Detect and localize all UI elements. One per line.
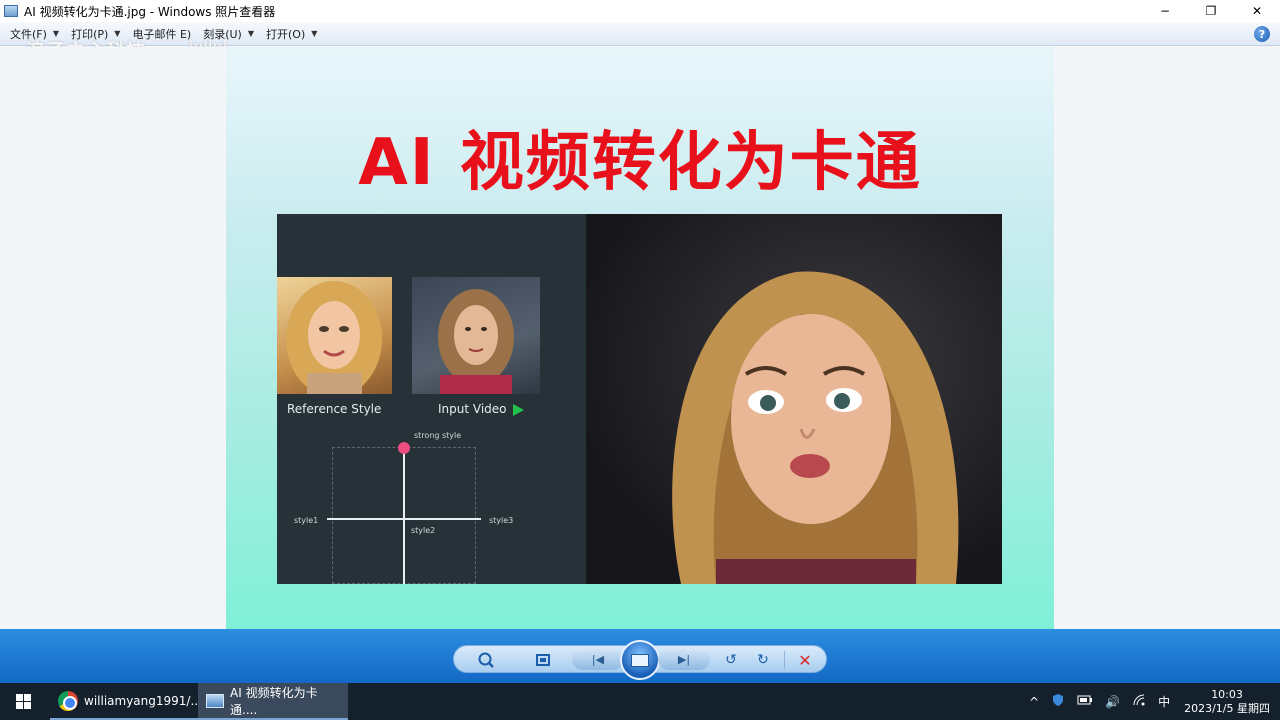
slideshow-button[interactable] xyxy=(620,640,660,680)
rotate-cw-icon: ↻ xyxy=(757,652,769,668)
volume-icon[interactable]: 🔊 xyxy=(1105,695,1120,709)
taskbar-viewer-label: AI 视频转化为卡通.... xyxy=(230,685,318,717)
zoom-button[interactable] xyxy=(476,650,498,670)
input-video-thumbnail xyxy=(412,277,540,394)
cartoon-portrait-icon xyxy=(672,271,959,584)
photo-viewer-icon xyxy=(206,693,224,708)
ime-indicator[interactable]: 中 xyxy=(1158,693,1170,710)
taskbar-photo-viewer[interactable]: AI 视频转化为卡通.... xyxy=(198,683,348,720)
window-controls: − ❐ ✕ xyxy=(1142,0,1280,22)
title-bar: AI 视频转化为卡通.jpg - Windows 照片查看器 − ❐ ✕ xyxy=(0,0,1280,22)
restore-button[interactable]: ❐ xyxy=(1188,0,1234,22)
start-button[interactable] xyxy=(0,683,46,720)
displayed-image: AI 视频转化为卡通 Reference Style Input Video s… xyxy=(226,47,1054,629)
help-icon[interactable]: ? xyxy=(1254,26,1270,42)
style-position-dot xyxy=(398,442,410,454)
cartoon-output-frame xyxy=(586,214,1002,584)
person-icon xyxy=(438,289,514,394)
next-button[interactable]: ▶| xyxy=(658,648,710,670)
tray-chevron-icon[interactable]: ^ xyxy=(1029,695,1039,709)
delete-icon: ✕ xyxy=(798,650,812,670)
taskbar-chrome[interactable]: williamyang1991/... xyxy=(50,683,202,720)
slideshow-icon xyxy=(631,653,649,667)
fit-to-window-button[interactable] xyxy=(532,650,554,670)
delete-button[interactable]: ✕ xyxy=(794,650,816,670)
previous-icon: |◀ xyxy=(591,652,605,666)
clock-date: 2023/1/5 星期四 xyxy=(1184,701,1270,715)
toolbar-separator xyxy=(784,651,785,669)
style-axis-vertical xyxy=(403,447,405,584)
previous-button[interactable]: |◀ xyxy=(572,648,624,670)
windows-logo-icon xyxy=(15,694,31,709)
rotate-clockwise-button[interactable]: ↻ xyxy=(752,650,774,670)
search-icon xyxy=(478,652,494,668)
taskbar: williamyang1991/... AI 视频转化为卡通.... ^ 🔊 中… xyxy=(0,683,1280,720)
network-icon[interactable] xyxy=(1132,693,1146,710)
toolbar-pill: |◀ ▶| ↺ ↻ ✕ xyxy=(453,640,827,680)
clock[interactable]: 10:03 2023/1/5 星期四 xyxy=(1184,688,1270,716)
play-icon xyxy=(513,404,524,416)
minimize-button[interactable]: − xyxy=(1142,0,1188,22)
battery-icon[interactable] xyxy=(1077,694,1093,709)
image-headline: AI 视频转化为卡通 xyxy=(358,126,922,200)
axis-label-strong: strong style xyxy=(414,431,462,440)
axis-label-style3: style3 xyxy=(489,516,514,525)
chrome-icon xyxy=(58,690,78,711)
rotate-ccw-icon: ↺ xyxy=(725,652,737,668)
viewer-toolbar: |◀ ▶| ↺ ↻ ✕ xyxy=(0,629,1280,683)
style-control-panel: Reference Style Input Video strong style… xyxy=(277,214,586,584)
taskbar-chrome-label: williamyang1991/... xyxy=(84,693,202,708)
clock-time: 10:03 xyxy=(1211,687,1243,701)
next-icon: ▶| xyxy=(677,652,691,666)
photo-viewer-icon xyxy=(4,5,18,17)
reference-style-thumbnail xyxy=(277,277,392,394)
close-button[interactable]: ✕ xyxy=(1234,0,1280,22)
menu-open[interactable]: 打开(O) ▼ xyxy=(260,23,323,45)
image-viewport[interactable]: AI 视频转化为卡通 Reference Style Input Video s… xyxy=(0,47,1280,629)
window-title: AI 视频转化为卡通.jpg - Windows 照片查看器 xyxy=(24,4,276,19)
style-axis-horizontal xyxy=(327,518,481,520)
input-video-label: Input Video xyxy=(438,402,507,416)
axis-label-style1: style1 xyxy=(294,516,319,525)
menu-open-label: 打开(O) xyxy=(266,27,306,41)
shield-icon[interactable] xyxy=(1051,693,1065,710)
system-tray: ^ 🔊 中 10:03 2023/1/5 星期四 xyxy=(1023,683,1280,720)
rotate-counterclockwise-button[interactable]: ↺ xyxy=(720,650,742,670)
fit-icon xyxy=(536,654,550,666)
reference-style-label: Reference Style xyxy=(287,402,382,416)
chevron-down-icon: ▼ xyxy=(311,29,318,38)
cartoon-face-icon xyxy=(286,281,382,394)
chevron-down-icon: ▼ xyxy=(247,29,254,38)
demo-panel: Reference Style Input Video strong style… xyxy=(277,214,1002,584)
